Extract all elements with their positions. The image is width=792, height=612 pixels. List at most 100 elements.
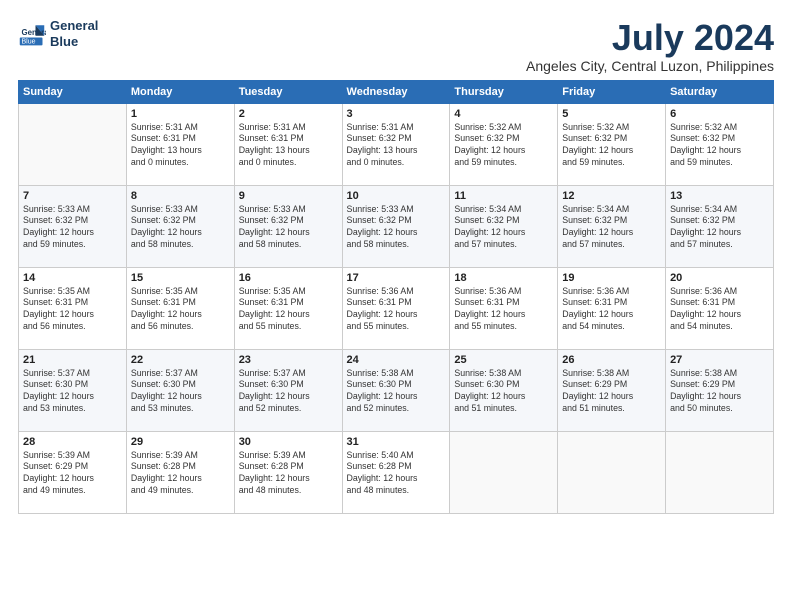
day-info: Sunrise: 5:38 AM Sunset: 6:30 PM Dayligh… [454, 368, 553, 416]
day-info: Sunrise: 5:31 AM Sunset: 6:32 PM Dayligh… [347, 122, 446, 170]
day-info: Sunrise: 5:33 AM Sunset: 6:32 PM Dayligh… [23, 204, 122, 252]
day-info: Sunrise: 5:35 AM Sunset: 6:31 PM Dayligh… [239, 286, 338, 334]
header: General Blue General Blue July 2024 Ange… [18, 18, 774, 74]
day-number: 2 [239, 108, 338, 120]
day-info: Sunrise: 5:38 AM Sunset: 6:30 PM Dayligh… [347, 368, 446, 416]
calendar-cell: 6Sunrise: 5:32 AM Sunset: 6:32 PM Daylig… [666, 103, 774, 185]
calendar-cell: 28 Sunrise: 5:39 AM Sunset: 6:29 PM Dayli… [19, 431, 127, 513]
day-info: Sunrise: 5:36 AM Sunset: 6:31 PM Dayligh… [562, 286, 661, 334]
day-number: 11 [454, 190, 553, 202]
day-info: Sunrise: 5:31 AM Sunset: 6:31 PM Dayligh… [239, 122, 338, 170]
day-number: 24 [347, 354, 446, 366]
calendar-cell: 12 Sunrise: 5:34 AM Sunset: 6:32 PM Dayli… [558, 185, 666, 267]
logo-text-line2: Blue [50, 34, 98, 50]
calendar-cell: 9Sunrise: 5:33 AM Sunset: 6:32 PM Daylig… [234, 185, 342, 267]
day-info: Sunrise: 5:33 AM Sunset: 6:32 PM Dayligh… [131, 204, 230, 252]
calendar-cell: 19 Sunrise: 5:36 AM Sunset: 6:31 PM Dayli… [558, 267, 666, 349]
day-info: Sunrise: 5:34 AM Sunset: 6:32 PM Dayligh… [454, 204, 553, 252]
day-info: Sunrise: 5:39 AM Sunset: 6:29 PM Dayligh… [23, 450, 122, 498]
header-friday: Friday [558, 80, 666, 103]
calendar-cell [666, 431, 774, 513]
header-wednesday: Wednesday [342, 80, 450, 103]
day-info: Sunrise: 5:37 AM Sunset: 6:30 PM Dayligh… [131, 368, 230, 416]
logo-text-line1: General [50, 18, 98, 34]
day-number: 25 [454, 354, 553, 366]
day-info: Sunrise: 5:40 AM Sunset: 6:28 PM Dayligh… [347, 450, 446, 498]
main-title: July 2024 [526, 18, 774, 58]
calendar-cell: 29Sunrise: 5:39 AM Sunset: 6:28 PM Dayli… [126, 431, 234, 513]
day-number: 10 [347, 190, 446, 202]
calendar-cell: 7 Sunrise: 5:33 AM Sunset: 6:32 PM Daylig… [19, 185, 127, 267]
day-info: Sunrise: 5:32 AM Sunset: 6:32 PM Dayligh… [562, 122, 661, 170]
calendar-cell: 17Sunrise: 5:36 AM Sunset: 6:31 PM Dayli… [342, 267, 450, 349]
calendar-cell: 11 Sunrise: 5:34 AM Sunset: 6:32 PM Dayli… [450, 185, 558, 267]
calendar-cell: 24 Sunrise: 5:38 AM Sunset: 6:30 PM Dayli… [342, 349, 450, 431]
header-tuesday: Tuesday [234, 80, 342, 103]
day-number: 20 [670, 272, 769, 284]
calendar-cell: 16Sunrise: 5:35 AM Sunset: 6:31 PM Dayli… [234, 267, 342, 349]
day-info: Sunrise: 5:39 AM Sunset: 6:28 PM Dayligh… [239, 450, 338, 498]
header-monday: Monday [126, 80, 234, 103]
day-number: 17 [347, 272, 446, 284]
calendar-week-row: 14 Sunrise: 5:35 AM Sunset: 6:31 PM Dayli… [19, 267, 774, 349]
day-number: 1 [131, 108, 230, 120]
day-info: Sunrise: 5:33 AM Sunset: 6:32 PM Dayligh… [239, 204, 338, 252]
calendar-week-row: 21 Sunrise: 5:37 AM Sunset: 6:30 PM Dayli… [19, 349, 774, 431]
calendar: Sunday Monday Tuesday Wednesday Thursday… [18, 80, 774, 514]
day-number: 14 [23, 272, 122, 284]
calendar-cell: 23Sunrise: 5:37 AM Sunset: 6:30 PM Dayli… [234, 349, 342, 431]
header-thursday: Thursday [450, 80, 558, 103]
day-info: Sunrise: 5:39 AM Sunset: 6:28 PM Dayligh… [131, 450, 230, 498]
calendar-cell [558, 431, 666, 513]
calendar-cell: 15 Sunrise: 5:35 AM Sunset: 6:31 PM Dayli… [126, 267, 234, 349]
svg-text:Blue: Blue [22, 38, 36, 45]
calendar-cell [19, 103, 127, 185]
day-number: 23 [239, 354, 338, 366]
day-info: Sunrise: 5:34 AM Sunset: 6:32 PM Dayligh… [670, 204, 769, 252]
calendar-cell: 31Sunrise: 5:40 AM Sunset: 6:28 PM Dayli… [342, 431, 450, 513]
calendar-cell: 25 Sunrise: 5:38 AM Sunset: 6:30 PM Dayli… [450, 349, 558, 431]
day-number: 6 [670, 108, 769, 120]
day-number: 3 [347, 108, 446, 120]
header-sunday: Sunday [19, 80, 127, 103]
day-info: Sunrise: 5:37 AM Sunset: 6:30 PM Dayligh… [23, 368, 122, 416]
calendar-header: Sunday Monday Tuesday Wednesday Thursday… [19, 80, 774, 103]
day-number: 12 [562, 190, 661, 202]
calendar-week-row: 28 Sunrise: 5:39 AM Sunset: 6:29 PM Dayli… [19, 431, 774, 513]
svg-text:General: General [22, 27, 47, 36]
day-number: 13 [670, 190, 769, 202]
calendar-body: 1 Sunrise: 5:31 AM Sunset: 6:31 PM Daylig… [19, 103, 774, 513]
day-info: Sunrise: 5:36 AM Sunset: 6:31 PM Dayligh… [454, 286, 553, 334]
day-number: 19 [562, 272, 661, 284]
day-info: Sunrise: 5:32 AM Sunset: 6:32 PM Dayligh… [454, 122, 553, 170]
day-number: 5 [562, 108, 661, 120]
calendar-cell: 27Sunrise: 5:38 AM Sunset: 6:29 PM Dayli… [666, 349, 774, 431]
calendar-cell: 26Sunrise: 5:38 AM Sunset: 6:29 PM Dayli… [558, 349, 666, 431]
day-info: Sunrise: 5:34 AM Sunset: 6:32 PM Dayligh… [562, 204, 661, 252]
day-number: 18 [454, 272, 553, 284]
day-number: 27 [670, 354, 769, 366]
day-number: 21 [23, 354, 122, 366]
day-info: Sunrise: 5:35 AM Sunset: 6:31 PM Dayligh… [23, 286, 122, 334]
day-info: Sunrise: 5:33 AM Sunset: 6:32 PM Dayligh… [347, 204, 446, 252]
header-saturday: Saturday [666, 80, 774, 103]
day-number: 15 [131, 272, 230, 284]
logo: General Blue General Blue [18, 18, 98, 49]
calendar-cell: 14 Sunrise: 5:35 AM Sunset: 6:31 PM Dayli… [19, 267, 127, 349]
calendar-week-row: 7 Sunrise: 5:33 AM Sunset: 6:32 PM Daylig… [19, 185, 774, 267]
day-number: 28 [23, 436, 122, 448]
calendar-cell: 3 Sunrise: 5:31 AM Sunset: 6:32 PM Daylig… [342, 103, 450, 185]
calendar-cell: 4Sunrise: 5:32 AM Sunset: 6:32 PM Daylig… [450, 103, 558, 185]
day-info: Sunrise: 5:38 AM Sunset: 6:29 PM Dayligh… [562, 368, 661, 416]
calendar-cell [450, 431, 558, 513]
calendar-cell: 5 Sunrise: 5:32 AM Sunset: 6:32 PM Daylig… [558, 103, 666, 185]
day-number: 7 [23, 190, 122, 202]
calendar-week-row: 1 Sunrise: 5:31 AM Sunset: 6:31 PM Daylig… [19, 103, 774, 185]
subtitle: Angeles City, Central Luzon, Philippines [526, 58, 774, 74]
day-info: Sunrise: 5:35 AM Sunset: 6:31 PM Dayligh… [131, 286, 230, 334]
calendar-cell: 8 Sunrise: 5:33 AM Sunset: 6:32 PM Daylig… [126, 185, 234, 267]
day-number: 8 [131, 190, 230, 202]
calendar-cell: 18 Sunrise: 5:36 AM Sunset: 6:31 PM Dayli… [450, 267, 558, 349]
calendar-cell: 10 Sunrise: 5:33 AM Sunset: 6:32 PM Dayli… [342, 185, 450, 267]
calendar-cell: 21 Sunrise: 5:37 AM Sunset: 6:30 PM Dayli… [19, 349, 127, 431]
